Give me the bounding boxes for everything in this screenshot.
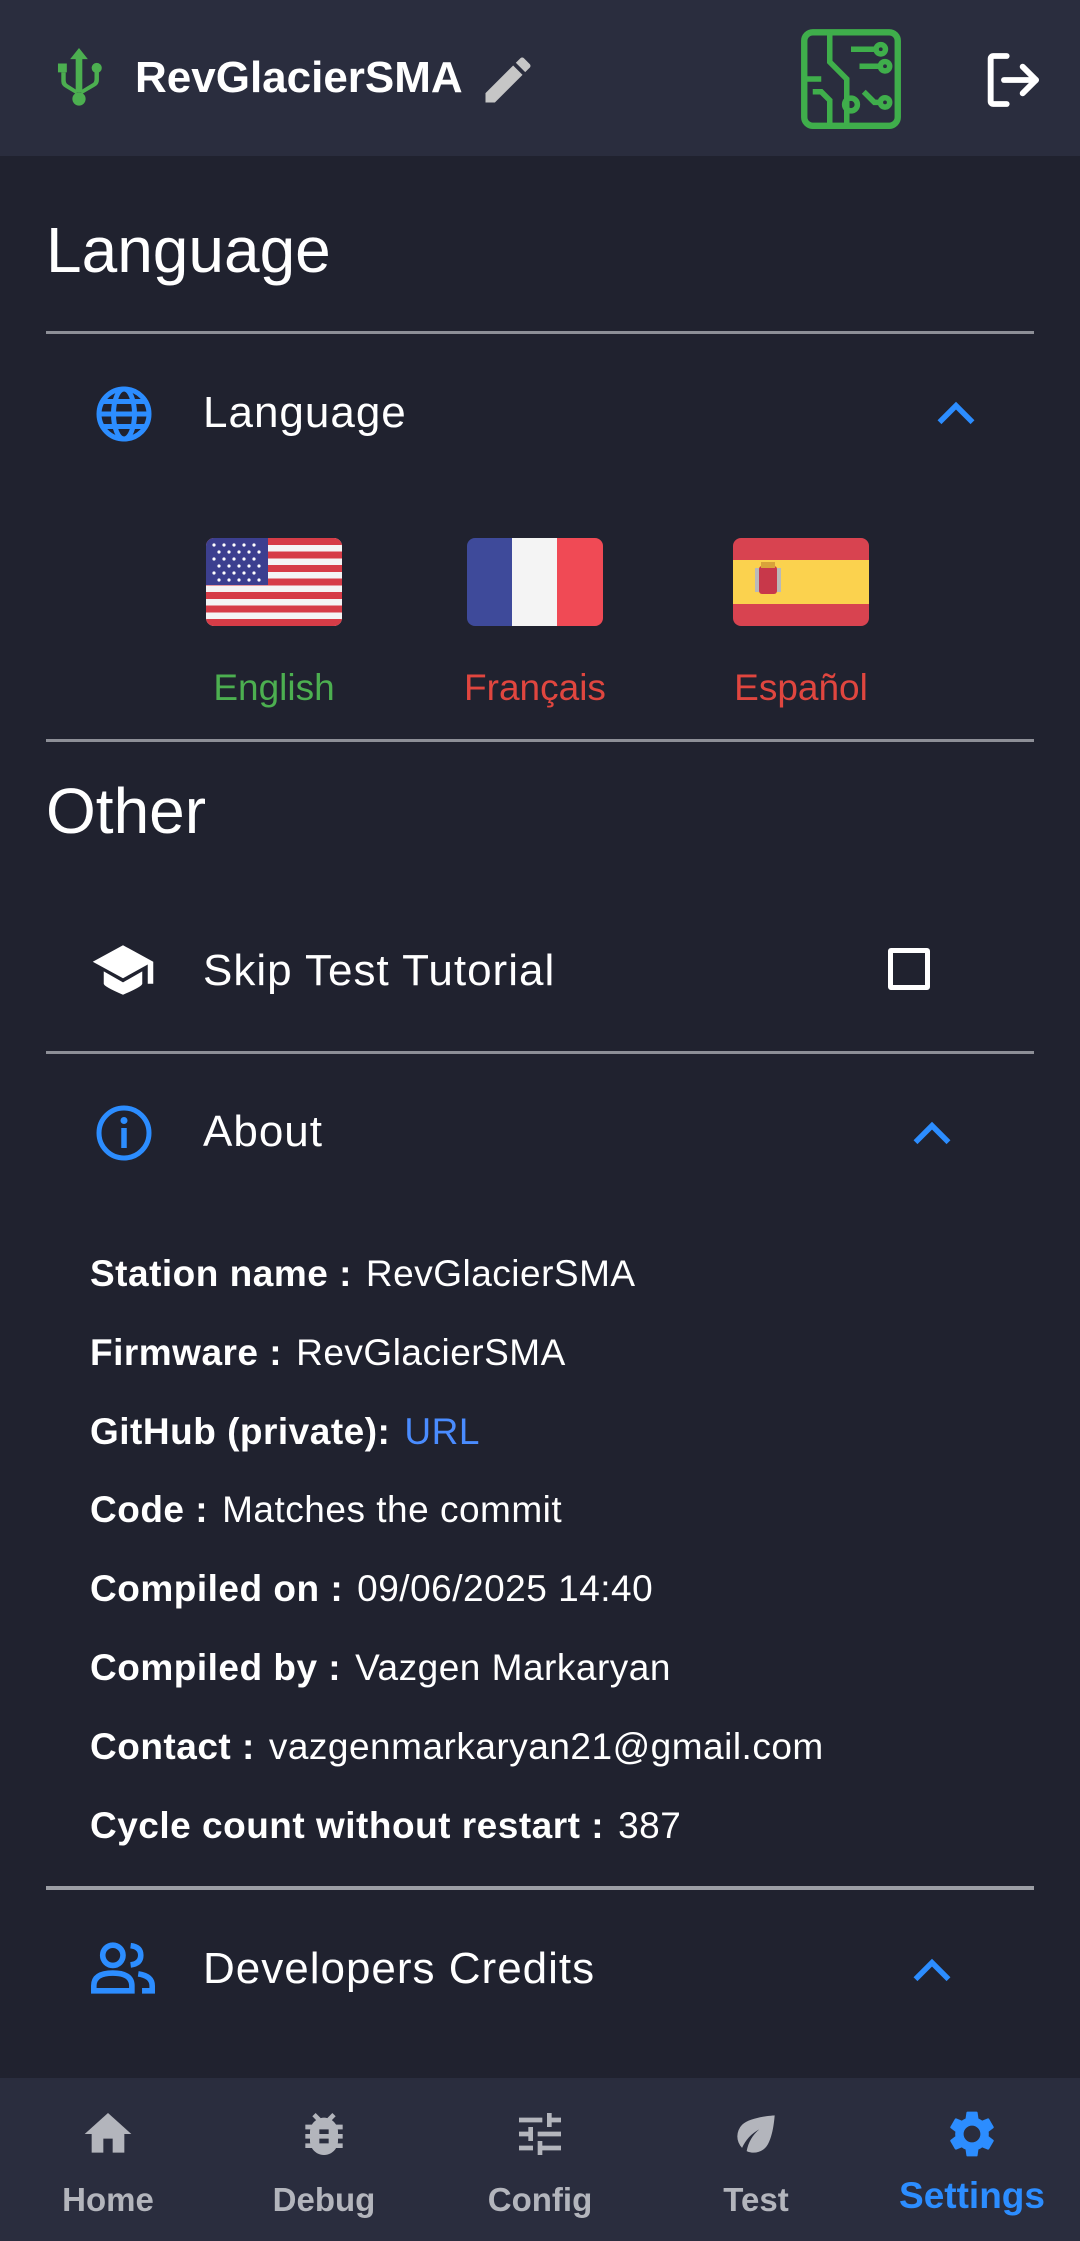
about-code: Code : Matches the commit (90, 1486, 562, 1534)
gear-icon (950, 2111, 994, 2157)
about-value: RevGlacierSMA (296, 1332, 566, 1373)
nav-home[interactable]: Home (0, 2078, 216, 2241)
lang-label-espanol[interactable]: Español (681, 664, 921, 712)
about-key: Contact : (90, 1726, 255, 1767)
about-key: Code : (90, 1489, 209, 1530)
nav-label: Home (62, 2181, 154, 2218)
sliders-icon (519, 2113, 561, 2155)
about-compiled-by: Compiled by : Vazgen Markaryan (90, 1644, 671, 1692)
section-title-language: Language (46, 214, 331, 286)
leaf-icon (737, 2115, 775, 2153)
us-flag[interactable] (206, 538, 342, 626)
pencil-icon[interactable] (478, 50, 538, 110)
about-station-name: Station name : RevGlacierSMA (90, 1250, 636, 1298)
usb-icon (57, 48, 102, 106)
nav-debug[interactable]: Debug (216, 2078, 432, 2241)
nav-label: Test (723, 2181, 789, 2218)
about-key: Firmware : (90, 1332, 283, 1373)
chevron-up-icon[interactable] (910, 1118, 954, 1148)
github-url-link[interactable]: URL (404, 1411, 480, 1452)
chevron-up-icon[interactable] (934, 398, 978, 428)
skip-tutorial-label[interactable]: Skip Test Tutorial (203, 944, 555, 998)
divider (46, 1886, 1034, 1890)
skip-tutorial-checkbox[interactable] (888, 948, 930, 990)
lang-label-english[interactable]: English (154, 664, 394, 712)
nav-test[interactable]: Test (648, 2078, 864, 2241)
nav-config[interactable]: Config (432, 2078, 648, 2241)
about-value: Matches the commit (222, 1489, 563, 1530)
section-title-other: Other (46, 775, 207, 847)
language-panel-label[interactable]: Language (203, 386, 407, 440)
about-value: RevGlacierSMA (365, 1253, 636, 1294)
spain-flag-image (733, 538, 869, 626)
about-contact: Contact : vazgenmarkaryan21@gmail.com (90, 1723, 824, 1771)
nav-label: Debug (272, 2181, 376, 2218)
about-key: Compiled by : (90, 1647, 342, 1688)
france-flag[interactable] (467, 538, 603, 626)
about-label[interactable]: About (203, 1105, 323, 1159)
divider (46, 1051, 1034, 1054)
about-key: Compiled on : (90, 1568, 344, 1609)
about-compiled-on: Compiled on : 09/06/2025 14:40 (90, 1565, 653, 1613)
about-value: Vazgen Markaryan (355, 1647, 671, 1688)
about-value: vazgenmarkaryan21@gmail.com (268, 1726, 824, 1767)
divider (46, 331, 1034, 334)
divider (46, 739, 1034, 742)
circuit-board-icon[interactable] (800, 28, 902, 130)
about-key: Cycle count without restart : (90, 1805, 605, 1846)
about-key: Station name : (90, 1253, 352, 1294)
lang-label-francais[interactable]: Français (415, 664, 655, 712)
graduation-cap-icon (92, 945, 154, 995)
nav-settings[interactable]: Settings (864, 2078, 1080, 2241)
about-value: 09/06/2025 14:40 (357, 1568, 654, 1609)
about-key: GitHub (private): (90, 1411, 391, 1452)
bug-icon (305, 2113, 343, 2155)
about-value: 387 (618, 1805, 682, 1846)
station-title: RevGlacierSMA (135, 53, 463, 102)
spain-flag[interactable] (733, 538, 869, 626)
developers-credits-label[interactable]: Developers Credits (203, 1942, 595, 1996)
france-flag-image (467, 538, 603, 626)
info-icon (96, 1105, 152, 1161)
us-flag-image (206, 538, 342, 626)
about-cycle-count: Cycle count without restart : 387 (90, 1802, 681, 1850)
nav-label: Config (487, 2181, 593, 2218)
nav-label: Settings (899, 2175, 1045, 2216)
about-github: GitHub (private): URL (90, 1408, 480, 1456)
home-icon (84, 2113, 132, 2153)
top-app-bar: RevGlacierSMA (0, 0, 1080, 156)
about-firmware: Firmware : RevGlacierSMA (90, 1329, 566, 1377)
globe-icon (96, 386, 152, 442)
bottom-navigation: Home Debug Config Test Settings (0, 2078, 1080, 2241)
chevron-up-icon[interactable] (910, 1955, 954, 1985)
people-icon (91, 1942, 155, 1994)
logout-icon[interactable] (980, 48, 1044, 112)
